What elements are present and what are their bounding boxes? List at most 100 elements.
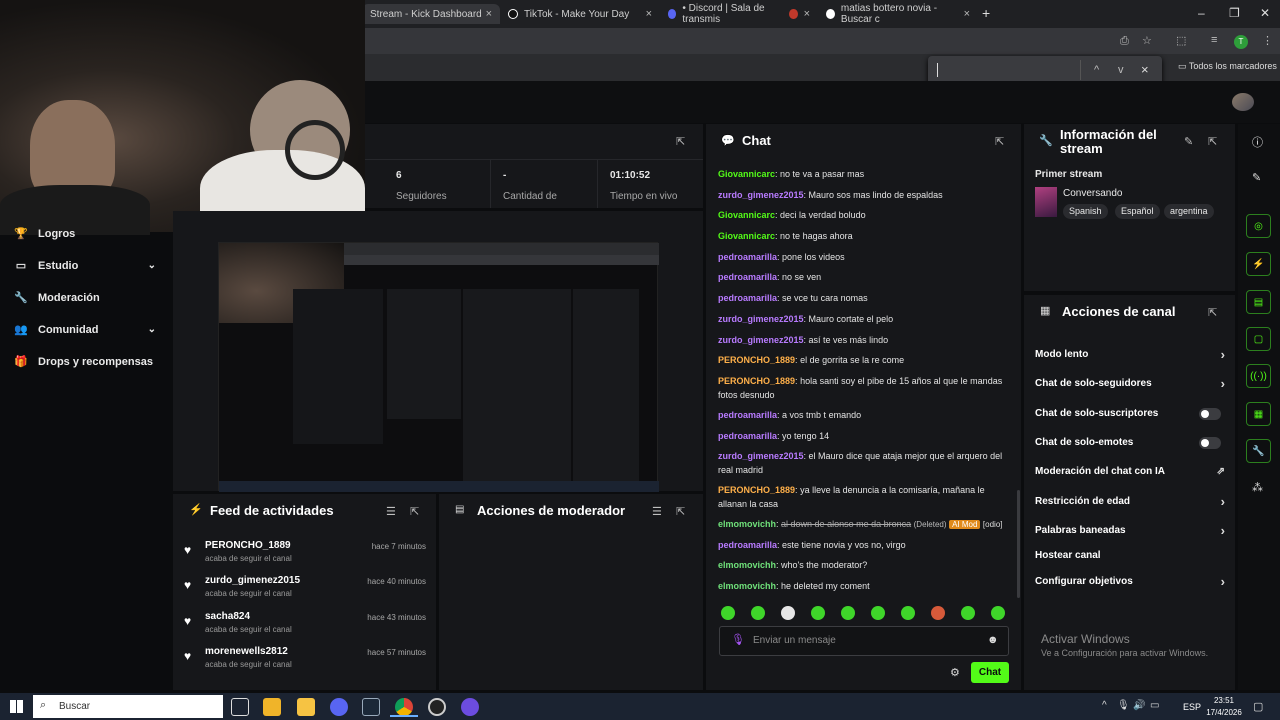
- app-icon[interactable]: [263, 698, 281, 716]
- list-item[interactable]: ♥ PERONCHO_1889 acaba de seguir el canal…: [184, 540, 434, 568]
- list-item[interactable]: ♥ sacha824 acaba de seguir el canal hace…: [184, 611, 434, 639]
- new-tab-button[interactable]: +: [982, 5, 990, 21]
- close-icon[interactable]: ×: [646, 8, 652, 20]
- filter-icon[interactable]: ☰: [386, 505, 396, 518]
- emotes-only-toggle[interactable]: [1199, 437, 1221, 449]
- window-close-icon[interactable]: ✕: [1260, 6, 1270, 20]
- tab-discord[interactable]: • Discord | Sala de transmis ×: [660, 3, 818, 25]
- clock-time[interactable]: 23:51: [1213, 696, 1235, 705]
- emote-icon[interactable]: [931, 606, 945, 620]
- info-icon[interactable]: ⓘ: [1252, 134, 1263, 150]
- emote-icon[interactable]: [781, 606, 795, 620]
- chat-username[interactable]: zurdo_gimenez2015: [718, 314, 804, 324]
- rail-target-icon[interactable]: ◎: [1246, 214, 1271, 238]
- find-down-icon[interactable]: v: [1118, 64, 1124, 76]
- file-explorer-icon[interactable]: [297, 698, 315, 716]
- all-bookmarks[interactable]: ▭ Todos los marcadores: [1178, 61, 1277, 72]
- profile-avatar-icon[interactable]: T: [1234, 35, 1248, 49]
- extensions-icon[interactable]: ⬚: [1176, 34, 1186, 47]
- chat-username[interactable]: elmomovichh: [718, 519, 776, 529]
- popout-icon[interactable]: ⇱: [410, 505, 419, 518]
- volume-icon[interactable]: 🔊: [1133, 700, 1145, 711]
- chat-username[interactable]: PERONCHO_1889: [718, 355, 795, 365]
- chat-username[interactable]: pedroamarilla: [718, 252, 777, 262]
- slow-mode-row[interactable]: Modo lento ›: [1035, 347, 1225, 362]
- chat-username[interactable]: zurdo_gimenez2015: [718, 335, 804, 345]
- list-item[interactable]: ♥ morenewells2812 acaba de seguir el can…: [184, 646, 434, 674]
- rail-channel-icon[interactable]: ▦: [1246, 402, 1271, 426]
- sidebar-item-drops[interactable]: 🎁 Drops y recompensas: [14, 355, 153, 369]
- host-channel-row[interactable]: Hostear canal: [1035, 550, 1225, 561]
- tab-google-search[interactable]: matias bottero novia - Buscar c ×: [818, 3, 978, 25]
- sidebar-item-logros[interactable]: 🏆 Logros: [14, 227, 75, 241]
- menu-icon[interactable]: ⋮: [1262, 34, 1273, 47]
- ai-moderation-row[interactable]: Moderación del chat con IA ⇗: [1035, 466, 1225, 477]
- network-icon[interactable]: ⁂: [1252, 481, 1263, 494]
- rail-broadcast-icon[interactable]: ((·)): [1246, 364, 1271, 388]
- chat-username[interactable]: pedroamarilla: [718, 410, 777, 420]
- sidebar-item-comunidad[interactable]: 👥 Comunidad ⌄: [14, 323, 156, 337]
- emote-icon[interactable]: [991, 606, 1005, 620]
- tab-tiktok[interactable]: TikTok - Make Your Day ×: [500, 4, 660, 24]
- bookmark-star-icon[interactable]: ☆: [1142, 34, 1152, 47]
- tab-kick-dashboard[interactable]: Stream - Kick Dashboard ×: [362, 4, 500, 24]
- find-up-icon[interactable]: ^: [1094, 64, 1099, 76]
- language-indicator[interactable]: ESP: [1183, 702, 1201, 712]
- category-name[interactable]: Conversando: [1063, 188, 1122, 199]
- popout-icon[interactable]: ⇱: [676, 135, 685, 148]
- chat-username[interactable]: pedroamarilla: [718, 272, 777, 282]
- chat-username[interactable]: Giovannicarc: [718, 231, 775, 241]
- emote-icon[interactable]: [841, 606, 855, 620]
- notification-icon[interactable]: ▢: [1253, 700, 1263, 713]
- filter-icon[interactable]: ☰: [652, 505, 662, 518]
- discord-icon[interactable]: [330, 698, 348, 716]
- pencil-icon[interactable]: ✎: [1252, 171, 1261, 184]
- rail-chat-icon[interactable]: ▢: [1246, 327, 1271, 351]
- chrome-icon[interactable]: [395, 698, 413, 716]
- restore-icon[interactable]: ❐: [1229, 6, 1240, 20]
- emote-icon[interactable]: [751, 606, 765, 620]
- tray-chevron-icon[interactable]: ^: [1102, 700, 1107, 711]
- rail-lightning-icon[interactable]: ⚡: [1246, 252, 1271, 276]
- emoji-icon[interactable]: ☻: [987, 634, 999, 646]
- chat-username[interactable]: elmomovichh: [718, 560, 776, 570]
- popout-icon[interactable]: ⇱: [1208, 306, 1217, 319]
- network-icon[interactable]: ▭: [1150, 700, 1159, 711]
- media-icon[interactable]: ≡: [1211, 34, 1217, 46]
- chat-username[interactable]: pedroamarilla: [718, 293, 777, 303]
- chat-username[interactable]: pedroamarilla: [718, 431, 777, 441]
- banned-words-row[interactable]: Palabras baneadas ›: [1035, 523, 1225, 538]
- app-icon[interactable]: [461, 698, 479, 716]
- followers-only-row[interactable]: Chat de solo-seguidores ›: [1035, 376, 1225, 391]
- popout-icon[interactable]: ⇱: [1208, 135, 1217, 148]
- close-icon[interactable]: ×: [964, 8, 970, 20]
- pencil-icon[interactable]: ✎: [1184, 135, 1193, 148]
- microphone-icon[interactable]: 🎙: [731, 633, 745, 646]
- close-icon[interactable]: ×: [804, 8, 810, 20]
- send-chat-button[interactable]: Chat: [971, 662, 1009, 683]
- chat-username[interactable]: Giovannicarc: [718, 210, 775, 220]
- emote-icon[interactable]: [961, 606, 975, 620]
- minimize-icon[interactable]: –: [1198, 6, 1205, 20]
- emote-icon[interactable]: [871, 606, 885, 620]
- sidebar-item-moderacion[interactable]: 🔧 Moderación: [14, 291, 100, 305]
- task-view-icon[interactable]: [231, 698, 249, 716]
- gear-icon[interactable]: ⚙: [950, 666, 960, 679]
- configure-goals-row[interactable]: Configurar objetivos ›: [1035, 574, 1225, 589]
- chat-username[interactable]: PERONCHO_1889: [718, 485, 795, 495]
- list-item[interactable]: ♥ zurdo_gimenez2015 acaba de seguir el c…: [184, 575, 434, 603]
- find-input[interactable]: [937, 63, 938, 77]
- install-icon[interactable]: ⎙: [1120, 35, 1129, 48]
- chat-username[interactable]: zurdo_gimenez2015: [718, 451, 804, 461]
- steam-icon[interactable]: [362, 698, 380, 716]
- chat-scrollbar[interactable]: [1017, 490, 1020, 598]
- emote-icon[interactable]: [811, 606, 825, 620]
- sidebar-item-estudio[interactable]: ▭ Estudio ⌄: [14, 259, 156, 273]
- chat-username[interactable]: PERONCHO_1889: [718, 376, 795, 386]
- chat-username[interactable]: zurdo_gimenez2015: [718, 190, 804, 200]
- emote-icon[interactable]: [721, 606, 735, 620]
- close-icon[interactable]: ×: [486, 8, 492, 20]
- popout-icon[interactable]: ⇱: [995, 135, 1004, 148]
- subscribers-only-toggle[interactable]: [1199, 408, 1221, 420]
- rail-wrench-icon[interactable]: 🔧: [1246, 439, 1271, 463]
